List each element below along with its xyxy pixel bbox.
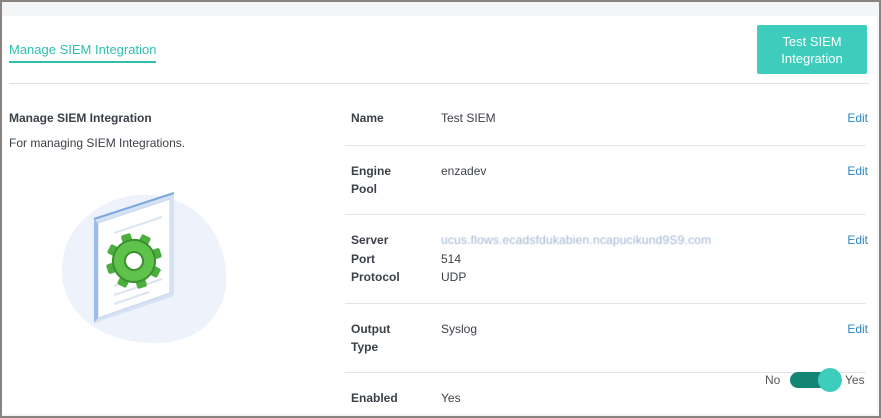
- siem-card: Manage SIEM Integration Test SIEM Integr…: [2, 16, 877, 414]
- protocol-value: UDP: [441, 270, 467, 284]
- toggle-knob[interactable]: [818, 368, 842, 392]
- port-label: Port: [351, 252, 375, 266]
- enabled-value: Yes: [441, 391, 461, 405]
- row-divider: [345, 372, 866, 373]
- port-value: 514: [441, 252, 462, 266]
- header-divider: [9, 83, 869, 84]
- name-label: Name: [351, 111, 384, 125]
- engine-pool-value: enzadev: [441, 164, 487, 178]
- name-value: Test SIEM: [441, 111, 496, 125]
- gear-document-icon: [61, 192, 227, 344]
- row-divider: [345, 145, 866, 146]
- output-type-label-line1: Output: [351, 322, 391, 336]
- engine-pool-label-line1: Engine: [351, 164, 392, 178]
- toggle-off-label: No: [765, 373, 781, 387]
- row-divider: [345, 214, 866, 215]
- tab-manage-siem-integration[interactable]: Manage SIEM Integration: [9, 42, 157, 63]
- output-type-label: Output Type: [351, 320, 390, 356]
- protocol-label: Protocol: [351, 270, 400, 284]
- engine-pool-label: Engine Pool: [351, 162, 391, 198]
- output-type-edit-link[interactable]: Edit: [847, 322, 868, 336]
- engine-pool-edit-link[interactable]: Edit: [847, 164, 868, 178]
- row-divider: [345, 303, 866, 304]
- section-description: For managing SIEM Integrations.: [9, 136, 186, 150]
- toggle-on-label: Yes: [845, 373, 865, 387]
- engine-pool-label-line2: Pool: [351, 182, 377, 196]
- name-edit-link[interactable]: Edit: [847, 111, 868, 125]
- server-value: ucus.flows.ecadsfdukabien.ncapucikund9S9…: [441, 233, 712, 247]
- server-edit-link[interactable]: Edit: [847, 233, 868, 247]
- output-type-label-line2: Type: [351, 340, 379, 354]
- enabled-label: Enabled: [351, 391, 398, 405]
- output-type-value: Syslog: [441, 322, 478, 336]
- enabled-toggle[interactable]: [790, 368, 842, 392]
- server-label: Server: [351, 233, 389, 247]
- section-title: Manage SIEM Integration: [9, 111, 152, 125]
- test-siem-integration-button[interactable]: Test SIEM Integration: [757, 25, 867, 74]
